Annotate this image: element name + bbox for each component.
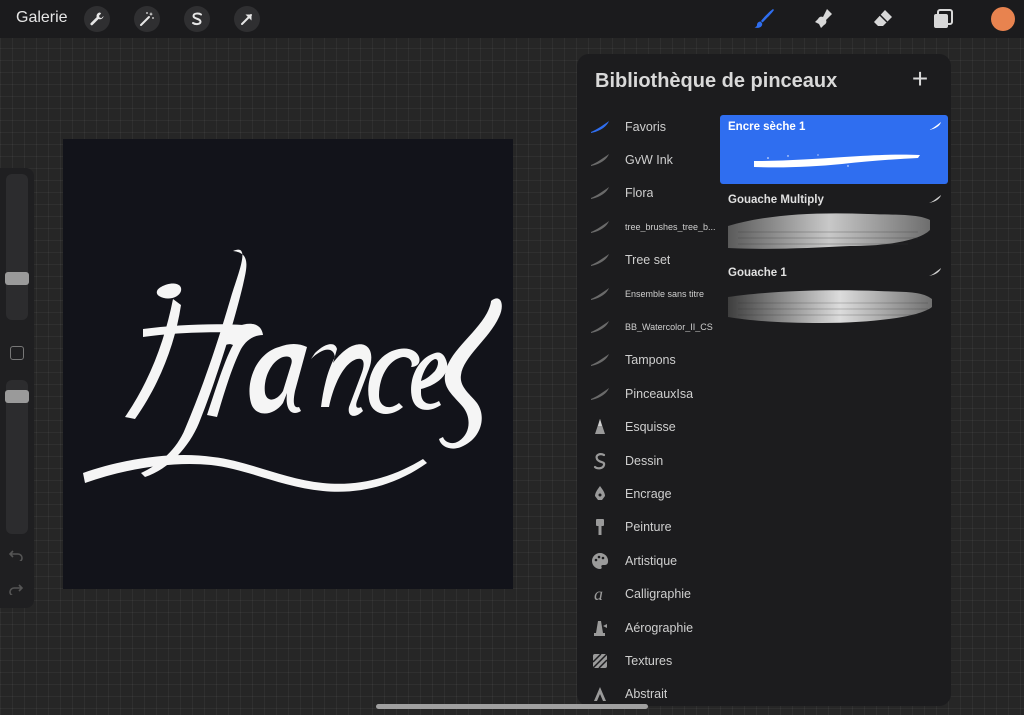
brush-set-label: Calligraphie — [625, 587, 692, 602]
brush-set-label: GvW Ink — [625, 153, 673, 168]
texture-icon — [589, 650, 611, 672]
brush-set-bb-watercolor[interactable]: BB_Watercolor_II_CS — [577, 310, 720, 343]
arrow-icon[interactable] — [234, 6, 260, 32]
brush-stroke-preview — [728, 290, 932, 323]
brush-list[interactable]: Encre sèche 1 Gouache Multiply Gouache 1 — [720, 115, 948, 334]
modify-button[interactable] — [10, 346, 24, 360]
brush-set-label: BB_Watercolor_II_CS — [625, 322, 713, 333]
brush-set-list[interactable]: Favoris GvW Ink Flora tree_brushes_tree_… — [577, 110, 720, 706]
stroke-icon — [589, 283, 611, 305]
abstract-icon — [589, 683, 611, 705]
brush-set-label: Flora — [625, 186, 654, 201]
brush-set-label: Dessin — [625, 453, 664, 468]
brush-name: Gouache Multiply — [728, 194, 824, 206]
opacity-slider[interactable] — [6, 380, 28, 534]
magic-wand-icon[interactable] — [134, 6, 160, 32]
brush-set-tree-set[interactable]: Tree set — [577, 244, 720, 277]
stroke-icon — [929, 122, 941, 130]
stroke-icon — [929, 195, 941, 203]
stroke-icon — [589, 149, 611, 171]
home-indicator[interactable] — [376, 704, 648, 709]
brush-size-slider[interactable] — [6, 174, 28, 320]
svg-text:a: a — [594, 585, 603, 603]
brush-set-favoris[interactable]: Favoris — [577, 110, 720, 143]
brush-stroke-preview — [754, 154, 920, 168]
airbrush-icon — [589, 617, 611, 639]
brush-set-dessin[interactable]: Dessin — [577, 444, 720, 477]
brush-set-aerographie[interactable]: Aérographie — [577, 611, 720, 644]
brush-set-abstrait[interactable]: Abstrait — [577, 678, 720, 706]
brush-set-tampons[interactable]: Tampons — [577, 344, 720, 377]
brush-set-label: Encrage — [625, 486, 672, 501]
brush-item-encre-seche-1[interactable]: Encre sèche 1 — [720, 115, 948, 184]
brush-set-gvw-ink[interactable]: GvW Ink — [577, 143, 720, 176]
brush-set-label: Abstrait — [625, 687, 668, 702]
brush-name: Gouache 1 — [728, 267, 787, 279]
pencil-tip-icon — [589, 416, 611, 438]
stroke-icon — [589, 182, 611, 204]
brush-set-esquisse[interactable]: Esquisse — [577, 411, 720, 444]
eraser-icon[interactable] — [870, 6, 896, 32]
brush-set-ensemble-sans-titre[interactable]: Ensemble sans titre — [577, 277, 720, 310]
left-sidebar — [0, 168, 34, 608]
brush-name: Encre sèche 1 — [728, 121, 806, 133]
brush-set-label: Aérographie — [625, 620, 694, 635]
calligraphy-a-icon: a — [589, 583, 611, 605]
squiggle-icon — [589, 450, 611, 472]
brush-set-label: Esquisse — [625, 420, 676, 435]
brush-set-label: Ensemble sans titre — [625, 288, 705, 299]
stroke-icon — [589, 349, 611, 371]
brush-stroke-preview — [728, 213, 930, 249]
stroke-icon — [589, 216, 611, 238]
brush-set-pinceauxisa[interactable]: PinceauxIsa — [577, 377, 720, 410]
stroke-icon — [589, 249, 611, 271]
brush-set-label: Tampons — [625, 353, 676, 368]
brush-set-label: Tree set — [625, 253, 671, 268]
brush-set-peinture[interactable]: Peinture — [577, 511, 720, 544]
brush-set-label: Peinture — [625, 520, 672, 535]
brush-size-slider-handle[interactable] — [5, 272, 29, 285]
brush-item-gouache-1[interactable]: Gouache 1 — [720, 261, 948, 330]
brush-set-label: Artistique — [625, 553, 678, 568]
layers-icon[interactable] — [930, 6, 956, 32]
brush-set-label: tree_brushes_tree_b... — [625, 221, 716, 232]
drawing-canvas[interactable] — [63, 139, 513, 589]
smudge-icon[interactable] — [811, 6, 837, 32]
brush-set-encrage[interactable]: Encrage — [577, 477, 720, 510]
stroke-icon — [589, 116, 611, 138]
undo-icon[interactable] — [8, 548, 23, 564]
brush-set-textures[interactable]: Textures — [577, 644, 720, 677]
top-toolbar: Galerie — [0, 0, 1024, 38]
gallery-button[interactable]: Galerie — [16, 9, 68, 27]
brush-set-label: Textures — [625, 653, 673, 668]
paint-brush-icon — [589, 516, 611, 538]
wrench-icon[interactable] — [84, 6, 110, 32]
stroke-icon — [589, 316, 611, 338]
selection-s-icon[interactable] — [184, 6, 210, 32]
palette-icon — [589, 550, 611, 572]
plus-icon[interactable]: + — [907, 65, 933, 93]
brush-set-label: PinceauxIsa — [625, 386, 694, 401]
brush-set-calligraphie[interactable]: a Calligraphie — [577, 577, 720, 610]
color-swatch-button[interactable] — [991, 7, 1015, 31]
panel-title: Bibliothèque de pinceaux — [595, 70, 838, 92]
brush-set-tree-brushes[interactable]: tree_brushes_tree_b... — [577, 210, 720, 243]
brush-library-panel: Bibliothèque de pinceaux + Favoris GvW I… — [577, 54, 951, 706]
opacity-slider-handle[interactable] — [5, 390, 29, 403]
pen-nib-icon — [589, 483, 611, 505]
brush-item-gouache-multiply[interactable]: Gouache Multiply — [720, 188, 948, 257]
redo-icon[interactable] — [9, 582, 24, 598]
brush-set-label: Favoris — [625, 119, 666, 134]
brush-icon[interactable] — [751, 6, 777, 32]
brush-set-artistique[interactable]: Artistique — [577, 544, 720, 577]
stroke-icon — [929, 268, 941, 276]
lettering-artwork — [83, 249, 502, 492]
brush-set-flora[interactable]: Flora — [577, 177, 720, 210]
stroke-icon — [589, 383, 611, 405]
